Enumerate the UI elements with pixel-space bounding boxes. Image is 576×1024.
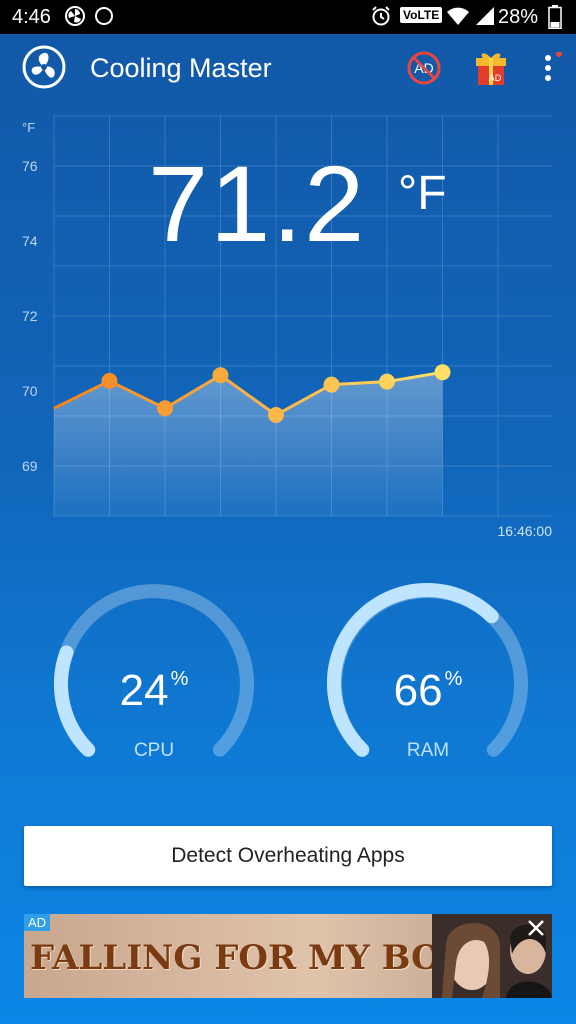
app-bar: Cooling Master AD AD bbox=[0, 34, 576, 102]
ad-banner[interactable]: AD FALLING FOR MY BOSS bbox=[24, 914, 552, 998]
status-time: 4:46 bbox=[12, 6, 51, 28]
ad-close-button[interactable] bbox=[526, 918, 546, 938]
x-axis-time-label: 16:46:00 bbox=[498, 523, 553, 539]
ad-badge: AD bbox=[24, 914, 51, 931]
temperature-point bbox=[434, 364, 451, 381]
y-axis-ticks: 76 74 72 70 69 bbox=[22, 158, 38, 474]
temperature-point bbox=[101, 372, 118, 389]
gift-ad-label: AD bbox=[489, 73, 502, 83]
y-tick-label: 69 bbox=[22, 458, 38, 474]
no-ad-icon: AD bbox=[407, 51, 441, 85]
y-tick-label: 70 bbox=[22, 383, 38, 399]
gift-ad-button[interactable]: AD bbox=[474, 48, 508, 86]
close-icon bbox=[528, 920, 544, 936]
ram-unit: % bbox=[444, 668, 463, 690]
ram-percent: 66 bbox=[393, 666, 443, 715]
y-tick-label: 74 bbox=[22, 233, 38, 249]
cpu-value: 24% bbox=[48, 666, 260, 716]
temperature-point bbox=[157, 400, 173, 417]
battery-icon bbox=[548, 5, 562, 29]
current-temperature: 71.2 bbox=[148, 143, 367, 264]
ram-gauge: 66% RAM bbox=[322, 580, 534, 770]
temperature-point bbox=[323, 376, 340, 393]
y-tick-label: 72 bbox=[22, 308, 38, 324]
ad-headline: FALLING FOR MY BOSS bbox=[30, 938, 490, 978]
app-title: Cooling Master bbox=[90, 53, 272, 83]
overflow-menu-button[interactable] bbox=[540, 51, 562, 86]
cpu-gauge: 24% CPU bbox=[48, 580, 260, 770]
cpu-percent: 24 bbox=[119, 666, 169, 715]
detect-overheating-apps-button[interactable]: Detect Overheating Apps bbox=[24, 826, 552, 886]
night-mode-icon bbox=[95, 7, 113, 25]
y-tick-label: 76 bbox=[22, 158, 38, 174]
fan-logo-icon bbox=[22, 45, 66, 89]
cpu-label: CPU bbox=[133, 740, 175, 761]
temperature-unit: °F bbox=[398, 167, 447, 220]
alarm-icon bbox=[372, 6, 390, 26]
ram-value: 66% bbox=[322, 666, 534, 716]
status-bar: 4:46 VoLTE 28% bbox=[0, 0, 576, 34]
remove-ads-button[interactable]: AD bbox=[406, 50, 442, 86]
cpu-unit: % bbox=[170, 668, 189, 690]
battery-percent: 28% bbox=[497, 6, 538, 28]
gift-icon: AD bbox=[476, 53, 506, 85]
temperature-point bbox=[379, 373, 395, 390]
temperature-point bbox=[268, 407, 284, 423]
wifi-icon bbox=[447, 7, 469, 25]
more-vertical-icon bbox=[545, 51, 562, 81]
y-unit-label: °F bbox=[22, 120, 35, 135]
temperature-point bbox=[212, 367, 229, 384]
fan-notification-icon bbox=[65, 6, 85, 26]
volte-badge: VoLTE bbox=[400, 7, 443, 23]
signal-icon bbox=[476, 7, 494, 25]
ram-label: RAM bbox=[406, 740, 450, 761]
